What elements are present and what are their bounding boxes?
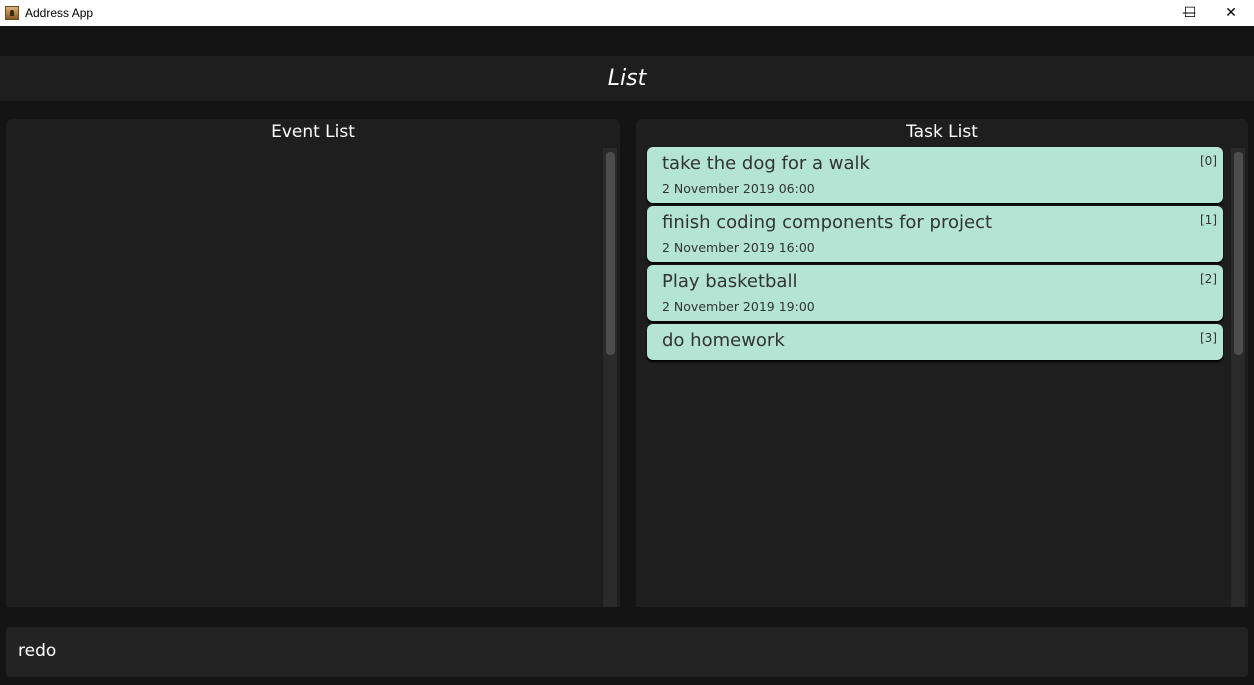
task-date: 2 November 2019 19:00 (662, 299, 815, 314)
task-date: 2 November 2019 16:00 (662, 240, 815, 255)
page-title: List (607, 66, 647, 91)
task-list-panel: Task List take the dog for a walk 2 Nove… (636, 119, 1248, 607)
command-input[interactable]: redo (6, 627, 1248, 677)
task-index: [2] (1200, 272, 1217, 286)
close-button[interactable]: ✕ (1208, 0, 1254, 26)
window-title: Address App (25, 6, 94, 20)
app-icon (5, 6, 19, 20)
window-title-bar: Address App — ☐ ✕ (0, 0, 1254, 26)
event-list-panel: Event List (6, 119, 620, 607)
scrollbar-thumb[interactable] (606, 152, 615, 355)
task-name: finish coding components for project (662, 212, 993, 233)
task-name: take the dog for a walk (662, 153, 870, 174)
task-index: [0] (1200, 154, 1217, 168)
task-name: do homework (662, 330, 785, 351)
event-list-scrollbar[interactable] (603, 148, 617, 607)
task-name: Play basketball (662, 271, 798, 292)
task-index: [1] (1200, 213, 1217, 227)
maximize-button[interactable]: ☐ (1167, 0, 1213, 26)
task-date: 2 November 2019 06:00 (662, 181, 815, 196)
task-card[interactable]: take the dog for a walk 2 November 2019 … (647, 147, 1223, 203)
list-header: List (0, 56, 1254, 101)
scrollbar-thumb[interactable] (1234, 152, 1243, 355)
task-list-scrollbar[interactable] (1231, 148, 1245, 607)
task-card[interactable]: do homework [3] (647, 324, 1223, 360)
task-index: [3] (1200, 331, 1217, 345)
task-card[interactable]: Play basketball 2 November 2019 19:00 [2… (647, 265, 1223, 321)
task-list-title: Task List (906, 122, 978, 142)
event-list-title: Event List (271, 122, 355, 142)
task-card[interactable]: finish coding components for project 2 N… (647, 206, 1223, 262)
